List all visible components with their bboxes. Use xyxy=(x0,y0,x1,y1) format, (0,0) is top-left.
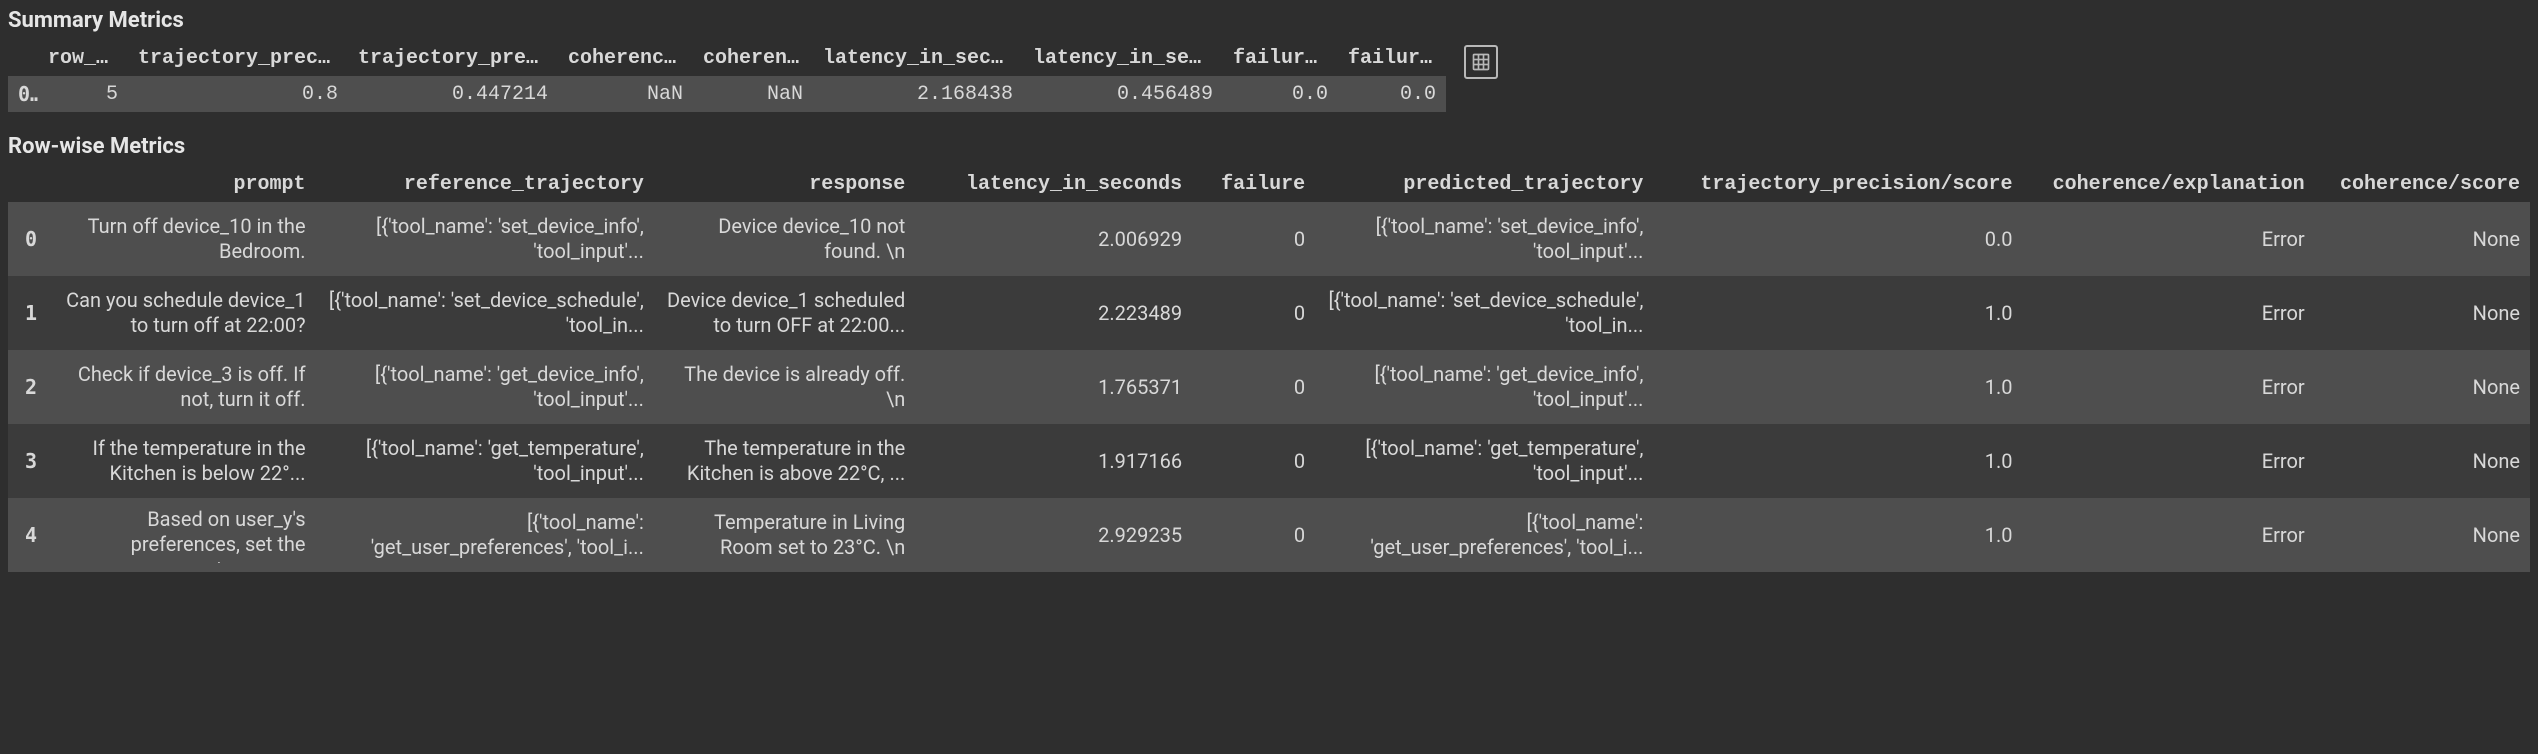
rowwise-header-latency[interactable]: latency_in_seconds xyxy=(915,167,1192,202)
cell-predicted-trajectory: [{'tool_name': 'get_device_info', 'tool_… xyxy=(1315,350,1653,424)
cell-coh-score: None xyxy=(2315,424,2530,498)
summary-header-trajectory_precision_std[interactable]: trajectory_precision/std xyxy=(348,41,558,76)
cell-failure: 0 xyxy=(1192,350,1315,424)
table-row[interactable]: 3If the temperature in the Kitchen is be… xyxy=(8,424,2530,498)
cell-tp-score: 1.0 xyxy=(1653,424,2022,498)
cell-coh-score: None xyxy=(2315,498,2530,572)
summary-cell-lat-std: 0.456489 xyxy=(1023,76,1223,112)
cell-coh-score: None xyxy=(2315,276,2530,350)
summary-header-latency_std[interactable]: latency_in_seconds/std xyxy=(1023,41,1223,76)
cell-failure: 0 xyxy=(1192,424,1315,498)
rowwise-header-coh-score[interactable]: coherence/score xyxy=(2315,167,2530,202)
cell-reference-trajectory: [{'tool_name': 'get_temperature', 'tool_… xyxy=(316,424,654,498)
summary-cell-lat-mean: 2.168438 xyxy=(813,76,1023,112)
row-index: 1 xyxy=(8,276,54,350)
cell-coh-explanation: Error xyxy=(2022,202,2314,276)
cell-response: Device device_1 scheduled to turn OFF at… xyxy=(654,276,915,350)
summary-cell-tp-std: 0.447214 xyxy=(348,76,558,112)
cell-response: Temperature in Living Room set to 23°C. … xyxy=(654,498,915,572)
summary-cell-tp-mean: 0.8 xyxy=(128,76,348,112)
cell-reference-trajectory: [{'tool_name': 'get_device_info', 'tool_… xyxy=(316,350,654,424)
rowwise-header-index xyxy=(8,167,54,202)
cell-latency: 2.006929 xyxy=(915,202,1192,276)
cell-prompt: Based on user_y's preferences, set the t… xyxy=(54,498,315,572)
summary-cell-fail-std: 0.0 xyxy=(1338,76,1446,112)
rowwise-metrics-title: Row-wise Metrics xyxy=(8,130,2530,167)
summary-header-failure_std[interactable]: failure/std xyxy=(1338,41,1446,76)
cell-coh-score: None xyxy=(2315,202,2530,276)
cell-predicted-trajectory: [{'tool_name': 'get_user_preferences', '… xyxy=(1315,498,1653,572)
table-row[interactable]: 0Turn off device_10 in the Bedroom.[{'to… xyxy=(8,202,2530,276)
summary-header-failure_mean[interactable]: failure/mean xyxy=(1223,41,1338,76)
cell-tp-score: 1.0 xyxy=(1653,498,2022,572)
summary-cell-coh-std: NaN xyxy=(693,76,813,112)
cell-tp-score: 1.0 xyxy=(1653,276,2022,350)
cell-response: Device device_10 not found. \n xyxy=(654,202,915,276)
rowwise-header-response[interactable]: response xyxy=(654,167,915,202)
cell-failure: 0 xyxy=(1192,202,1315,276)
cell-coh-explanation: Error xyxy=(2022,424,2314,498)
cell-coh-score: None xyxy=(2315,350,2530,424)
summary-header-row_count[interactable]: row_count xyxy=(38,41,128,76)
rowwise-header-tp-score[interactable]: trajectory_precision/score xyxy=(1653,167,2022,202)
summary-header-row: row_count trajectory_precision/mean traj… xyxy=(8,41,1446,76)
table-row[interactable]: 1Can you schedule device_1 to turn off a… xyxy=(8,276,2530,350)
summary-row-index: 0 xyxy=(8,76,38,112)
summary-row[interactable]: 0 5 0.8 0.447214 NaN NaN 2.168438 0.4564… xyxy=(8,76,1446,112)
cell-predicted-trajectory: [{'tool_name': 'set_device_schedule', 't… xyxy=(1315,276,1653,350)
cell-coh-explanation: Error xyxy=(2022,498,2314,572)
cell-latency: 2.223489 xyxy=(915,276,1192,350)
cell-tp-score: 0.0 xyxy=(1653,202,2022,276)
rowwise-header-row: prompt reference_trajectory response lat… xyxy=(8,167,2530,202)
summary-header-trajectory_precision_mean[interactable]: trajectory_precision/mean xyxy=(128,41,348,76)
cell-tp-score: 1.0 xyxy=(1653,350,2022,424)
cell-coh-explanation: Error xyxy=(2022,350,2314,424)
cell-prompt: Check if device_3 is off. If not, turn i… xyxy=(54,350,315,424)
summary-header-latency_mean[interactable]: latency_in_seconds/mean xyxy=(813,41,1023,76)
cell-coh-explanation: Error xyxy=(2022,276,2314,350)
cell-reference-trajectory: [{'tool_name': 'set_device_info', 'tool_… xyxy=(316,202,654,276)
table-row[interactable]: 4Based on user_y's preferences, set the … xyxy=(8,498,2530,572)
grid-table-icon[interactable] xyxy=(1464,45,1498,79)
cell-predicted-trajectory: [{'tool_name': 'set_device_info', 'tool_… xyxy=(1315,202,1653,276)
table-row[interactable]: 2Check if device_3 is off. If not, turn … xyxy=(8,350,2530,424)
cell-predicted-trajectory: [{'tool_name': 'get_temperature', 'tool_… xyxy=(1315,424,1653,498)
cell-reference-trajectory: [{'tool_name': 'set_device_schedule', 't… xyxy=(316,276,654,350)
rowwise-header-coh-explanation[interactable]: coherence/explanation xyxy=(2022,167,2314,202)
row-index: 3 xyxy=(8,424,54,498)
rowwise-header-predicted_trajectory[interactable]: predicted_trajectory xyxy=(1315,167,1653,202)
cell-latency: 1.765371 xyxy=(915,350,1192,424)
cell-failure: 0 xyxy=(1192,276,1315,350)
cell-response: The device is already off. \n xyxy=(654,350,915,424)
summary-cell-row_count: 5 xyxy=(38,76,128,112)
rowwise-header-failure[interactable]: failure xyxy=(1192,167,1315,202)
row-index: 0 xyxy=(8,202,54,276)
cell-response: The temperature in the Kitchen is above … xyxy=(654,424,915,498)
rowwise-metrics-table: prompt reference_trajectory response lat… xyxy=(8,167,2530,572)
summary-cell-coh-mean: NaN xyxy=(558,76,693,112)
cell-latency: 1.917166 xyxy=(915,424,1192,498)
row-index: 2 xyxy=(8,350,54,424)
summary-header-index xyxy=(8,41,38,76)
cell-reference-trajectory: [{'tool_name': 'get_user_preferences', '… xyxy=(316,498,654,572)
cell-latency: 2.929235 xyxy=(915,498,1192,572)
row-index: 4 xyxy=(8,498,54,572)
summary-metrics-table: row_count trajectory_precision/mean traj… xyxy=(8,41,1446,112)
rowwise-header-prompt[interactable]: prompt xyxy=(54,167,315,202)
summary-header-coherence_std[interactable]: coherence/std xyxy=(693,41,813,76)
cell-prompt: If the temperature in the Kitchen is bel… xyxy=(54,424,315,498)
rowwise-header-reference_trajectory[interactable]: reference_trajectory xyxy=(316,167,654,202)
cell-prompt: Can you schedule device_1 to turn off at… xyxy=(54,276,315,350)
summary-metrics-title: Summary Metrics xyxy=(8,4,2530,41)
summary-cell-fail-mean: 0.0 xyxy=(1223,76,1338,112)
cell-prompt: Turn off device_10 in the Bedroom. xyxy=(54,202,315,276)
summary-header-coherence_mean[interactable]: coherence/mean xyxy=(558,41,693,76)
cell-failure: 0 xyxy=(1192,498,1315,572)
